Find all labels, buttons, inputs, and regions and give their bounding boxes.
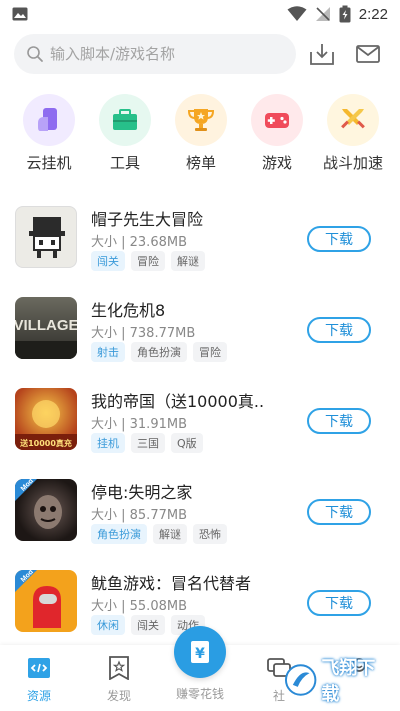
list-item[interactable]: VILLAGE 生化危机8 大小 | 738.77MB 射击 角色扮演 冒险 下…: [0, 289, 400, 369]
tab-label-earn: 赚零花钱: [175, 687, 224, 701]
watermark-logo-icon: [284, 664, 317, 696]
game-size: 大小 | 23.68MB: [91, 235, 187, 250]
category-games[interactable]: 游戏: [244, 94, 310, 173]
thumb-caption: VILLAGE: [15, 317, 77, 334]
category-battle-boost[interactable]: 战斗加速: [320, 94, 386, 173]
game-title: 我的帝国（送10000真..: [91, 392, 265, 411]
list-item[interactable]: Mod 停电:失明之家 大小 | 85.77MB 角色扮演 解谜 恐怖 下载: [0, 471, 400, 551]
gallery-icon: [12, 7, 28, 21]
tab-label: 资源: [26, 689, 51, 703]
download-button[interactable]: 下载: [307, 317, 371, 343]
download-button[interactable]: 下载: [307, 408, 371, 434]
list-item[interactable]: 送10000真充 我的帝国（送10000真.. 大小 | 31.91MB 挂机 …: [0, 380, 400, 460]
search-icon: [27, 46, 43, 62]
search-box[interactable]: [14, 34, 296, 74]
battery-charging-icon: [339, 5, 351, 23]
search-input[interactable]: [50, 45, 280, 63]
category-label: 云挂机: [26, 154, 72, 172]
discover-icon: [106, 655, 132, 681]
money-icon: ¥: [191, 641, 209, 663]
tag: Q版: [171, 433, 203, 453]
category-label: 游戏: [261, 154, 292, 172]
tab-label: 发现: [106, 689, 131, 703]
tag: 冒险: [193, 342, 227, 362]
gamepad-icon: [251, 94, 303, 146]
svg-text:¥: ¥: [195, 646, 205, 662]
watermark-text: 飞翔下载: [321, 658, 376, 705]
tag: 挂机: [91, 433, 125, 453]
tag: 角色扮演: [131, 342, 187, 362]
wifi-icon: [287, 6, 307, 21]
game-thumbnail: VILLAGE: [15, 297, 77, 359]
messages-button[interactable]: [354, 40, 382, 68]
no-signal-icon: [315, 7, 330, 21]
download-icon: [310, 44, 334, 65]
game-title: 帽子先生大冒险: [91, 210, 204, 229]
game-tags: 挂机 三国 Q版: [91, 433, 203, 453]
download-button[interactable]: 下载: [307, 499, 371, 525]
game-tags: 角色扮演 解谜 恐怖: [91, 524, 227, 544]
status-bar: 2:22: [0, 0, 400, 28]
tag: 射击: [91, 342, 125, 362]
category-cloud-hang[interactable]: 云挂机: [16, 94, 82, 173]
list-item[interactable]: 帽子先生大冒险 大小 | 23.68MB 闯关 冒险 解谜 下载: [0, 198, 400, 278]
game-title: 鱿鱼游戏：冒名代替者: [91, 574, 252, 593]
thumb-caption: 送10000真充: [19, 438, 72, 448]
earn-money-button[interactable]: ¥: [174, 626, 226, 678]
category-ranking[interactable]: 榜单: [168, 94, 234, 173]
trophy-icon: [175, 94, 227, 146]
tag: 角色扮演: [91, 524, 147, 544]
status-time: 2:22: [358, 5, 388, 23]
game-thumbnail: Mod: [15, 479, 77, 541]
category-label: 榜单: [185, 154, 216, 172]
tag: 闯关: [131, 615, 165, 635]
resource-icon: [26, 655, 52, 681]
game-thumbnail: 送10000真充: [15, 388, 77, 450]
category-tools[interactable]: 工具: [92, 94, 158, 173]
download-manager-button[interactable]: [308, 40, 336, 68]
toolbox-icon: [99, 94, 151, 146]
tag: 解谜: [171, 251, 205, 271]
watermark: 飞翔下载: [284, 656, 392, 705]
category-label: 战斗加速: [322, 154, 383, 172]
game-title: 生化危机8: [91, 301, 166, 320]
tab-discover[interactable]: 发现: [84, 655, 154, 704]
category-shortcuts: 云挂机 工具 榜单 游戏 战斗加速: [0, 94, 400, 180]
game-tags: 射击 角色扮演 冒险: [91, 342, 227, 362]
game-size: 大小 | 85.77MB: [91, 508, 187, 523]
tag: 冒险: [131, 251, 165, 271]
game-size: 大小 | 31.91MB: [91, 417, 187, 432]
tag: 三国: [131, 433, 165, 453]
game-size: 大小 | 738.77MB: [91, 326, 196, 341]
download-button[interactable]: 下载: [307, 226, 371, 252]
download-button[interactable]: 下载: [307, 590, 371, 616]
search-row: [14, 34, 386, 74]
tag: 休闲: [91, 615, 125, 635]
swords-icon: [327, 94, 379, 146]
category-label: 工具: [109, 154, 140, 172]
mail-icon: [356, 45, 380, 63]
tag: 闯关: [91, 251, 125, 271]
game-title: 停电:失明之家: [91, 483, 193, 502]
tab-resources[interactable]: 资源: [4, 655, 74, 704]
tag: 恐怖: [193, 524, 227, 544]
game-tags: 闯关 冒险 解谜: [91, 251, 205, 271]
cloud-phone-icon: [23, 94, 75, 146]
tag: 解谜: [153, 524, 187, 544]
game-thumbnail: [15, 206, 77, 268]
game-size: 大小 | 55.08MB: [91, 599, 187, 614]
game-thumbnail: Mod: [15, 570, 77, 632]
